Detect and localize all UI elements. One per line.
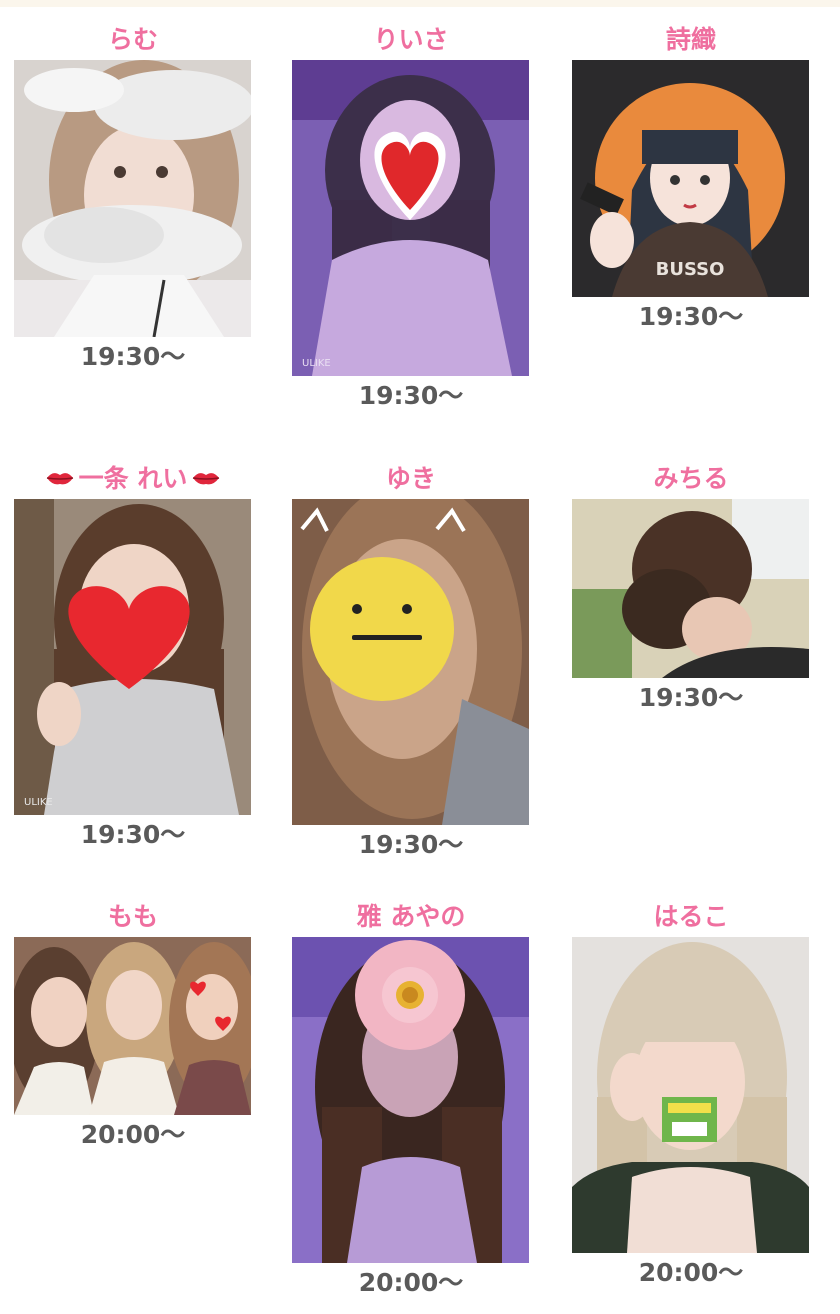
shirt-text: BUSSO	[656, 259, 725, 280]
start-time: 20:00〜	[638, 1258, 744, 1287]
watermark-text: ULIKE	[24, 797, 53, 808]
cast-photo[interactable]	[14, 937, 251, 1115]
cast-photo[interactable]	[572, 937, 809, 1253]
start-time: 19:30〜	[80, 342, 186, 371]
cast-name: ゆき	[385, 464, 436, 493]
cast-card[interactable]: ゆき 19:30〜	[292, 459, 530, 865]
cast-photo[interactable]	[572, 499, 809, 678]
cast-name-text: 一条 れい	[78, 464, 188, 493]
start-time: 20:00〜	[80, 1120, 186, 1149]
cast-photo[interactable]	[14, 60, 251, 337]
cast-card[interactable]: りいさ ULIKE 19:30〜	[292, 20, 530, 416]
cast-photo[interactable]: ULIKE	[292, 60, 529, 376]
cast-name: 詩織	[665, 25, 716, 54]
cast-name: はるこ	[653, 902, 729, 931]
cast-name: 一条 れい	[14, 459, 252, 499]
cast-card[interactable]: はるこ 20:00〜	[572, 897, 810, 1293]
cast-photo[interactable]	[292, 937, 529, 1263]
start-time: 19:30〜	[80, 820, 186, 849]
watermark-text: ULIKE	[302, 358, 331, 369]
cast-name: りいさ	[373, 25, 449, 54]
cast-card[interactable]: 雅 あやの 20:00〜	[292, 897, 530, 1303]
cast-name: らむ	[107, 25, 158, 54]
top-band	[0, 0, 840, 7]
start-time: 20:00〜	[358, 1268, 464, 1297]
cast-photo[interactable]: ULIKE	[14, 499, 251, 815]
cast-name: 雅 あやの	[356, 902, 466, 931]
lips-icon	[46, 473, 73, 485]
lips-icon	[193, 473, 220, 485]
cast-card[interactable]: もも 20:00〜	[14, 897, 252, 1155]
cast-photo[interactable]	[292, 499, 529, 825]
start-time: 19:30〜	[358, 830, 464, 859]
cast-name: もも	[107, 902, 158, 931]
start-time: 19:30〜	[358, 381, 464, 410]
cast-card[interactable]: らむ 19:30〜	[14, 20, 252, 377]
start-time: 19:30〜	[638, 683, 744, 712]
cast-name: みちる	[653, 464, 729, 493]
cast-card[interactable]: みちる 19:30〜	[572, 459, 810, 718]
cast-card[interactable]: 一条 れい ULIKE 19:30〜	[14, 459, 252, 855]
cast-card[interactable]: 詩織 BUSSO 19:30〜	[572, 20, 810, 337]
cast-photo[interactable]: BUSSO	[572, 60, 809, 297]
start-time: 19:30〜	[638, 302, 744, 331]
